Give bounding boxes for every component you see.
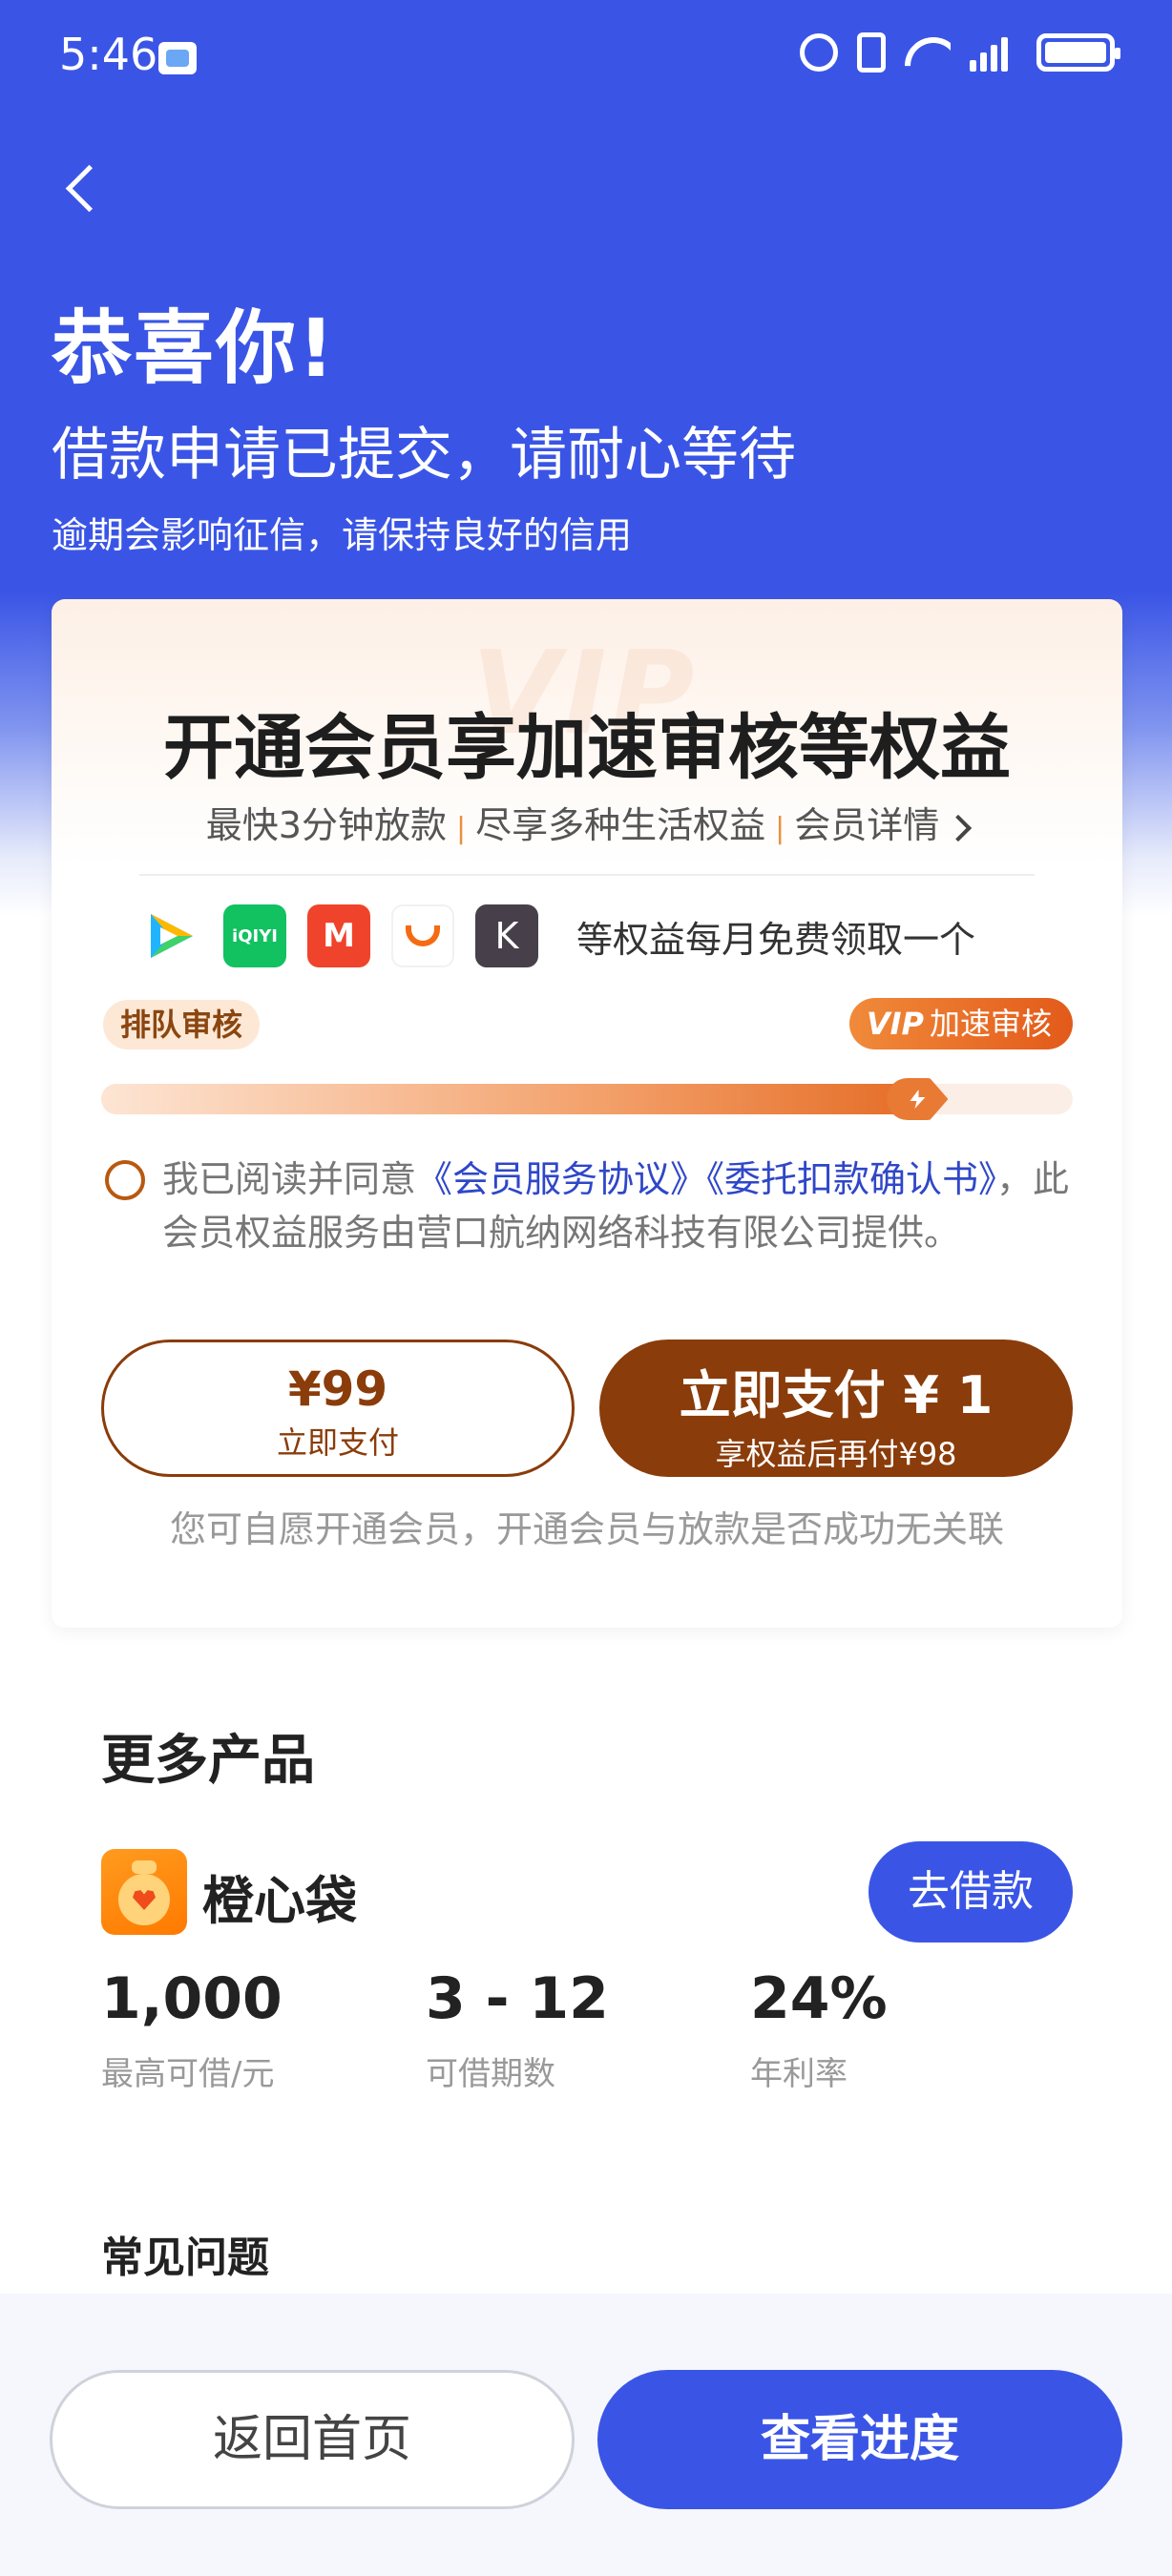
member-card: VIP 开通会员享加速审核等权益 最快3分钟放款 | 尽享多种生活权益 | 会员详情 i…	[52, 599, 1122, 1628]
stat-value: 1,000	[101, 1965, 283, 2032]
feature-fast-loan: 最快3分钟放款	[205, 804, 447, 846]
stat-periods: 3 - 12 可借期数	[426, 1965, 609, 2094]
member-features: 最快3分钟放款 | 尽享多种生活权益 | 会员详情	[52, 796, 1122, 848]
vip-badge-label: 加速审核	[929, 1006, 1052, 1042]
review-progress-fill	[101, 1084, 937, 1114]
orange-bag-logo	[101, 1849, 187, 1935]
agreement-checkbox[interactable]	[105, 1160, 145, 1200]
debit-confirmation-link[interactable]: 《委托扣款确认书》	[706, 1158, 996, 1200]
app-notification-icon	[158, 42, 197, 74]
keep-logo: K	[475, 904, 538, 967]
separator: |	[775, 812, 785, 845]
return-home-button[interactable]: 返回首页	[50, 2370, 575, 2509]
bottom-action-bar: 返回首页 查看进度	[0, 2294, 1172, 2576]
wifi-icon	[905, 33, 951, 72]
vip-fast-review-badge: VIP 加速审核	[848, 998, 1073, 1049]
view-progress-button[interactable]: 查看进度	[597, 2370, 1122, 2509]
page-subtitle: 借款申请已提交，请耐心等待	[52, 422, 796, 488]
pay-now-label: 立即支付 ¥ 1	[679, 1365, 994, 1425]
member-details-link[interactable]: 会员详情	[794, 804, 973, 846]
more-products-title: 更多产品	[101, 1730, 315, 1792]
card-divider	[139, 874, 1035, 876]
pay-full-button[interactable]: ¥99 立即支付	[101, 1340, 575, 1477]
product-name: 橙心袋	[202, 1871, 357, 1931]
faq-title: 常见问题	[101, 2233, 269, 2282]
voluntary-note: 您可自愿开通会员，开通会员与放款是否成功无关联	[169, 1508, 1004, 1550]
chevron-left-icon[interactable]	[61, 162, 99, 216]
mango-tv-logo: M	[307, 904, 370, 967]
stat-value: 24%	[750, 1965, 888, 2032]
agreement-prefix: 我已阅读并同意	[162, 1158, 417, 1200]
separator: |	[455, 812, 467, 845]
stat-label: 年利率	[750, 2055, 848, 2093]
pay-full-label: 立即支付	[276, 1424, 399, 1461]
credit-note: 逾期会影响征信，请保持良好的信用	[52, 514, 633, 556]
status-bar: 5:46	[0, 0, 1172, 114]
stat-annual-rate: 24% 年利率	[750, 1965, 888, 2094]
queue-review-badge: 排队审核	[103, 1000, 261, 1049]
status-time: 5:46	[59, 29, 158, 80]
vip-badge-prefix: VIP	[866, 1006, 924, 1042]
partner-benefit-text: 等权益每月免费领取一个	[576, 918, 976, 961]
battery-charging-icon	[1036, 33, 1120, 72]
chevron-right-icon	[945, 814, 973, 841]
iqiyi-logo: iQIYI	[223, 904, 286, 967]
4g-signal-icon	[970, 33, 1017, 72]
borrow-button[interactable]: 去借款	[869, 1841, 1073, 1942]
didi-logo	[391, 904, 454, 967]
partner-row: iQIYI M K 等权益每月免费领取一个	[139, 903, 975, 969]
member-details-label: 会员详情	[794, 804, 940, 846]
review-progress-track	[101, 1078, 1073, 1120]
tencent-video-logo	[139, 904, 202, 967]
vibrate-icon	[857, 32, 886, 73]
stat-label: 可借期数	[426, 2055, 555, 2093]
stat-label: 最高可借/元	[101, 2055, 275, 2093]
stat-max-amount: 1,000 最高可借/元	[101, 1965, 283, 2094]
alarm-icon	[800, 33, 838, 72]
status-icons	[800, 32, 1120, 73]
agreement-text: 我已阅读并同意《会员服务协议》《委托扣款确认书》，此会员权益服务由营口航纳网络科…	[162, 1153, 1078, 1259]
pay-full-price: ¥99	[287, 1361, 388, 1417]
feature-life-benefits: 尽享多种生活权益	[475, 804, 766, 846]
member-service-agreement-link[interactable]: 《会员服务协议》	[416, 1158, 706, 1200]
stat-value: 3 - 12	[426, 1965, 609, 2032]
page-title: 恭喜你!	[52, 301, 337, 395]
pay-later-note: 享权益后再付¥98	[715, 1436, 957, 1472]
member-card-title: 开通会员享加速审核等权益	[163, 707, 1011, 789]
pay-now-button[interactable]: 立即支付 ¥ 1 享权益后再付¥98	[599, 1340, 1073, 1477]
